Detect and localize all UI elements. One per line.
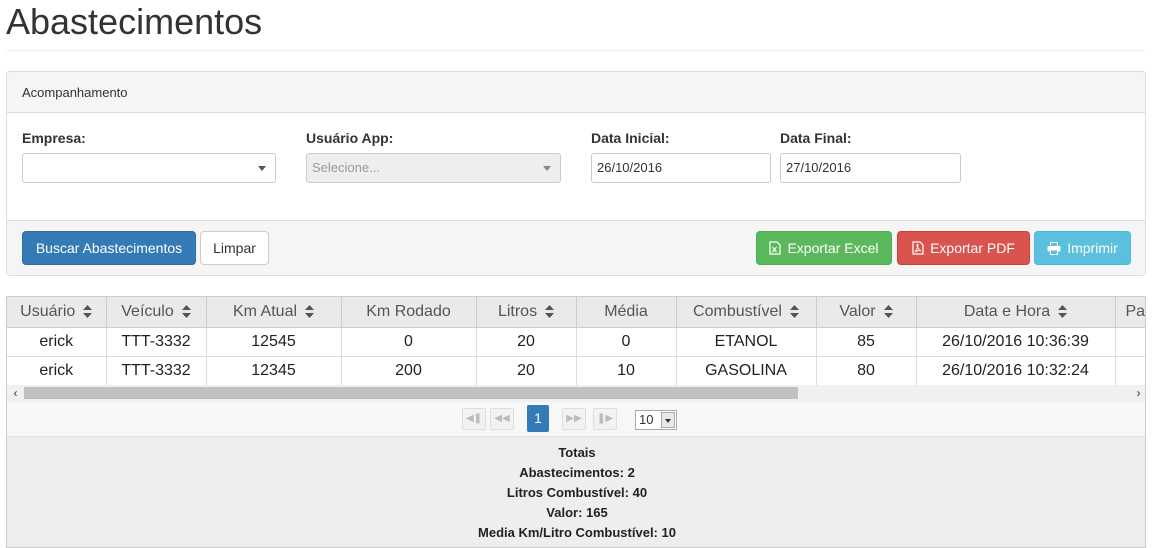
cell-km-atual: 12345 [206, 356, 342, 386]
title-divider [6, 50, 1146, 51]
pdf-file-icon [912, 241, 924, 255]
column-header-combustivel[interactable]: Combustível [676, 297, 817, 328]
cell-km-rodado: 200 [341, 356, 477, 386]
imprimir-button[interactable]: Imprimir [1034, 231, 1131, 265]
buscar-abastecimentos-button[interactable]: Buscar Abastecimentos [22, 231, 196, 265]
totals-litros: Litros Combustível: 40 [506, 485, 648, 500]
cell-usuario: erick [7, 356, 107, 386]
data-final-label: Data Final: [780, 130, 852, 146]
cell-media: 0 [576, 327, 677, 357]
cell-combustivel: ETANOL [676, 327, 817, 357]
page-title: Abastecimentos [6, 1, 263, 42]
panel-footer: Buscar Abastecimentos Limpar Exportar Ex… [7, 220, 1145, 275]
printer-icon [1047, 242, 1061, 255]
first-page-icon[interactable]: ◀❚ [462, 408, 486, 430]
cell-data-hora: 26/10/2016 10:32:24 [916, 356, 1116, 386]
exportar-excel-button[interactable]: Exportar Excel [756, 231, 892, 265]
exportar-pdf-button[interactable]: Exportar PDF [897, 231, 1030, 265]
column-header-media[interactable]: Média [576, 297, 677, 328]
next-page-icon[interactable]: ▶▶ [562, 408, 586, 430]
data-inicial-value: 26/10/2016 [597, 160, 663, 175]
column-header-data-hora[interactable]: Data e Hora [916, 297, 1116, 328]
totals-media: Media Km/Litro Combustível: 10 [478, 525, 676, 540]
exportar-pdf-label: Exportar PDF [930, 240, 1015, 256]
column-header-km-atual[interactable]: Km Atual [206, 297, 342, 328]
cell-valor: 80 [816, 356, 917, 386]
sort-icon [883, 305, 893, 319]
usuario-app-label: Usuário App: [306, 130, 394, 146]
page-size-value: 10 [639, 412, 654, 427]
usuario-app-placeholder: Selecione... [312, 160, 380, 175]
last-page-icon[interactable]: ❚▶ [593, 408, 617, 430]
header-row: Usuário Veículo Km Atual Km Rodado Litro… [7, 297, 1145, 328]
cell-veiculo: TTT-3332 [106, 327, 207, 357]
horizontal-scrollbar[interactable]: ‹ › [7, 385, 1145, 402]
chevron-down-icon [258, 166, 266, 171]
scroll-left-icon[interactable]: ‹ [7, 385, 24, 402]
cell-valor: 85 [816, 327, 917, 357]
scroll-right-icon[interactable]: › [1130, 385, 1145, 402]
results-table: Usuário Veículo Km Atual Km Rodado Litro… [7, 297, 1145, 386]
cell-usuario: erick [7, 327, 107, 357]
data-final-input[interactable]: 27/10/2016 [780, 153, 961, 183]
limpar-button[interactable]: Limpar [200, 231, 269, 265]
cell-combustivel: GASOLINA [676, 356, 817, 386]
pager: ◀❚ ◀◀ 1 ▶▶ ❚▶ 10 [7, 402, 1145, 437]
cell-pa [1115, 327, 1145, 357]
cell-pa [1115, 356, 1145, 386]
cell-veiculo: TTT-3332 [106, 356, 207, 386]
totals-valor: Valor: 165 [546, 505, 608, 520]
cell-litros: 20 [476, 356, 577, 386]
usuario-app-select[interactable]: Selecione... [306, 153, 561, 183]
data-inicial-input[interactable]: 26/10/2016 [591, 153, 771, 183]
table-row[interactable]: erick TTT-3332 12545 0 20 0 ETANOL 85 26… [7, 327, 1145, 357]
cell-km-rodado: 0 [341, 327, 477, 357]
cell-media: 10 [576, 356, 677, 386]
cell-data-hora: 26/10/2016 10:36:39 [916, 327, 1116, 357]
exportar-excel-label: Exportar Excel [787, 240, 879, 256]
sort-icon [305, 305, 315, 319]
chevron-down-icon [661, 412, 675, 428]
filter-panel: Acompanhamento Empresa: Usuário App: Sel… [6, 71, 1146, 276]
results-grid: Usuário Veículo Km Atual Km Rodado Litro… [6, 296, 1146, 548]
sort-icon [545, 305, 555, 319]
sort-icon [1058, 305, 1068, 319]
prev-page-icon[interactable]: ◀◀ [490, 408, 514, 430]
imprimir-label: Imprimir [1067, 240, 1118, 256]
table-row[interactable]: erick TTT-3332 12345 200 20 10 GASOLINA … [7, 356, 1145, 386]
sort-icon [181, 305, 191, 319]
data-inicial-label: Data Inicial: [591, 130, 670, 146]
empresa-select[interactable] [22, 153, 276, 183]
empresa-label: Empresa: [22, 130, 86, 146]
totals-title: Totais [558, 445, 596, 460]
page-size-select[interactable]: 10 [635, 410, 677, 430]
column-header-veiculo[interactable]: Veículo [106, 297, 207, 328]
cell-km-atual: 12545 [206, 327, 342, 357]
column-header-litros[interactable]: Litros [476, 297, 577, 328]
chevron-down-icon [543, 166, 551, 171]
column-header-usuario[interactable]: Usuário [7, 297, 107, 328]
excel-file-icon [769, 241, 782, 255]
totals-abastecimentos: Abastecimentos: 2 [519, 465, 635, 480]
column-header-km-rodado[interactable]: Km Rodado [341, 297, 477, 328]
panel-heading: Acompanhamento [7, 72, 1145, 113]
scrollbar-thumb[interactable] [24, 387, 798, 399]
sort-icon [789, 305, 799, 319]
sort-icon [83, 305, 93, 319]
current-page-button[interactable]: 1 [527, 405, 549, 432]
column-header-valor[interactable]: Valor [816, 297, 917, 328]
totals-section: Totais Abastecimentos: 2 Litros Combustí… [7, 437, 1145, 547]
data-final-value: 27/10/2016 [786, 160, 852, 175]
column-header-pa[interactable]: Pa [1115, 297, 1145, 328]
cell-litros: 20 [476, 327, 577, 357]
